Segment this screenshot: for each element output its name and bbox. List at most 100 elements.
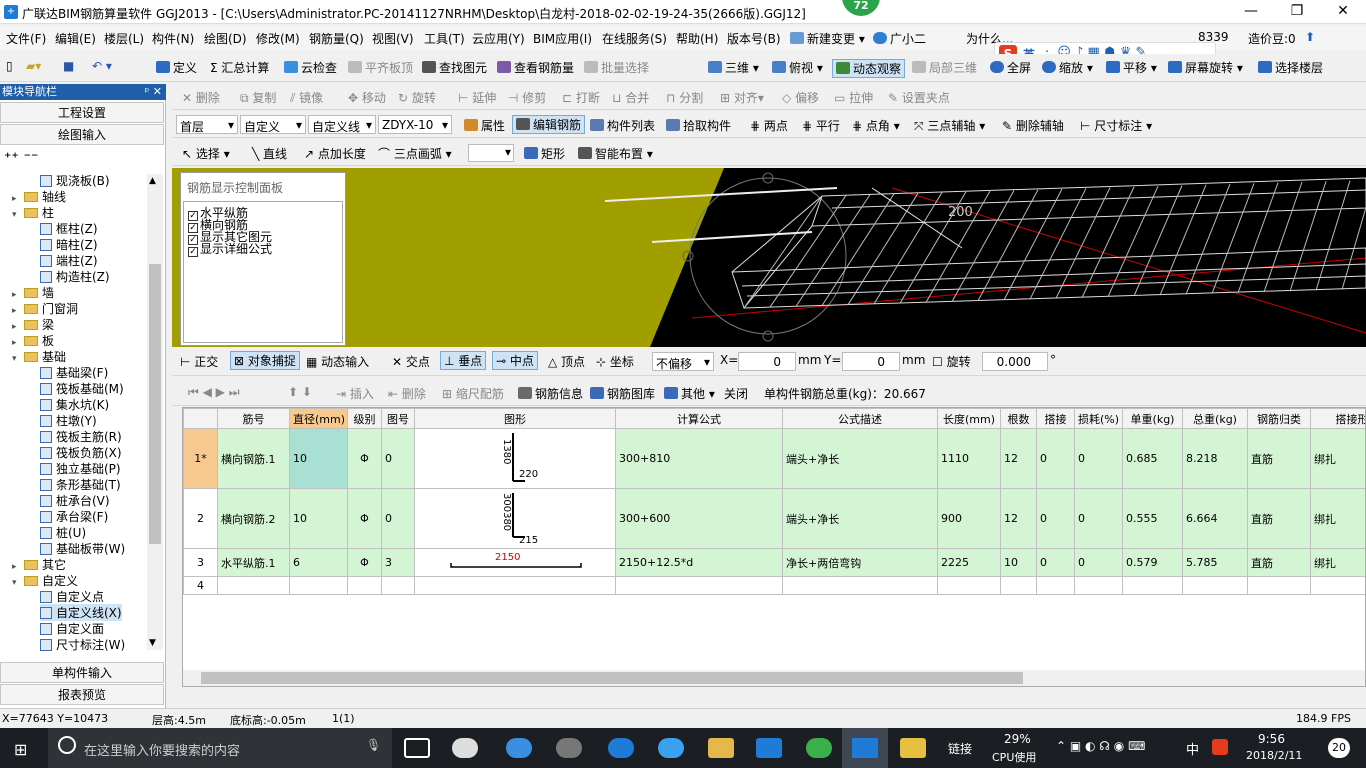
tree-item[interactable]: ▸ 轴线 [12, 188, 66, 205]
dynamic-input-toggle[interactable]: ▦ 动态输入 [306, 353, 369, 370]
row-index[interactable]: 2 [183, 488, 218, 549]
dynamic-orbit-button[interactable]: 动态观察 [832, 59, 906, 78]
tree-item[interactable]: 构造柱(Z) [40, 268, 110, 285]
cell-category[interactable]: 直筋 [1247, 428, 1311, 489]
cell-lap[interactable]: 0 [1036, 428, 1075, 489]
point-length-button[interactable]: ↗ 点加长度 [304, 145, 366, 162]
menu-component[interactable]: 构件(N) [152, 30, 194, 47]
column-header[interactable]: 直径(mm) [289, 408, 348, 429]
flush-slab-button[interactable]: 平齐板顶 [348, 59, 413, 76]
cell-total-weight[interactable]: 8.218 [1182, 428, 1248, 489]
floor-select[interactable]: 首层 ▾ [176, 115, 238, 134]
cell-lap[interactable]: 0 [1036, 488, 1075, 549]
cell-unit-weight[interactable]: 0.555 [1122, 488, 1183, 549]
tree-item[interactable]: ▸ 梁 [12, 316, 54, 333]
row-index[interactable]: 3 [183, 548, 218, 577]
menu-assistant[interactable]: 广小二 [873, 30, 926, 47]
select-button[interactable]: ↖ 选择 ▾ [182, 145, 230, 162]
tree-item[interactable]: 自定义点 [40, 588, 104, 605]
offset-select[interactable]: 不偏移 ▾ [652, 352, 714, 371]
arc-button[interactable]: ⌒ 三点画弧 ▾ [378, 145, 452, 162]
project-settings-button[interactable]: 工程设置 [0, 102, 164, 123]
cell-description[interactable]: 端头+净长 [782, 428, 938, 489]
tree-item[interactable]: 桩承台(V) [40, 492, 110, 509]
category-select[interactable]: 自定义 ▾ [240, 115, 306, 134]
column-header[interactable]: 损耗(%) [1074, 408, 1123, 429]
orbit-handle-bottom[interactable] [762, 330, 774, 342]
pick-component-button[interactable]: 拾取构件 [666, 117, 731, 134]
move-up-down-icon[interactable]: ⬆ ⬇ [288, 385, 312, 399]
tree-scrollbar[interactable]: ▲ ▼ [147, 174, 163, 650]
glodon-icon[interactable] [756, 738, 782, 758]
column-header[interactable]: 搭接 [1036, 408, 1075, 429]
menu-new-change[interactable]: 新建变更 ▾ [790, 30, 865, 47]
cell-length[interactable]: 900 [937, 488, 1001, 549]
extend-button[interactable]: ⊢ 延伸 [458, 89, 496, 106]
align-button[interactable]: ⊞ 对齐▾ [720, 89, 764, 106]
view-rebar-button[interactable]: 查看钢筋量 [497, 59, 574, 76]
tree-item[interactable]: ▾ 自定义 [12, 572, 78, 589]
stretch-button[interactable]: ▭ 拉伸 [834, 89, 873, 106]
cell-diameter[interactable]: 6 [289, 548, 348, 577]
select-floor-button[interactable]: 选择楼层 [1258, 59, 1323, 76]
menu-cloud[interactable]: 云应用(Y) [472, 30, 525, 47]
vertex-snap[interactable]: △ 顶点 [548, 353, 585, 370]
other-button[interactable]: 其他 ▾ [664, 385, 715, 402]
column-header[interactable]: 计算公式 [615, 408, 783, 429]
column-header[interactable]: 图形 [414, 408, 616, 429]
menu-file[interactable]: 文件(F) [6, 30, 46, 47]
tree-expander-icon[interactable]: ▸ [12, 194, 21, 204]
cell-unit-weight[interactable]: 0.685 [1122, 428, 1183, 489]
y-input[interactable]: 0 [842, 352, 900, 371]
mirror-button[interactable]: ⫽ 镜像 [290, 89, 323, 106]
menu-draw[interactable]: 绘图(D) [204, 30, 247, 47]
first-record-icon[interactable]: ⏮ ◀ ▶ ⏭ [188, 385, 240, 400]
column-header[interactable]: 公式描述 [782, 408, 938, 429]
tree-item[interactable]: 框柱(Z) [40, 220, 98, 237]
menu-help[interactable]: 帮助(H) [676, 30, 718, 47]
top-view-button[interactable]: 俯视 ▾ [772, 59, 823, 76]
notepad-icon[interactable] [900, 738, 926, 758]
column-header[interactable]: 图号 [381, 408, 415, 429]
tree-item[interactable]: 柱墩(Y) [40, 412, 97, 429]
ie-icon-2[interactable] [658, 738, 684, 758]
windows-start-icon[interactable]: ⊞ [14, 740, 27, 759]
tree-expander-icon[interactable]: ▸ [12, 338, 21, 348]
row-index[interactable]: 4 [183, 576, 218, 595]
local-3d-button[interactable]: 局部三维 [912, 59, 977, 76]
table-row[interactable]: 2 横向钢筋.2 10 Φ 0 300380 215 300+600 端头+净长… [183, 488, 1365, 549]
edit-rebar-button[interactable]: 编辑钢筋 [512, 115, 586, 134]
app-icon-fan[interactable] [452, 738, 478, 758]
trim-button[interactable]: ⊣ 修剪 [508, 89, 546, 106]
task-view-icon[interactable] [404, 738, 430, 758]
tree-expander-icon[interactable]: ▸ [12, 290, 21, 300]
menu-rebar[interactable]: 钢筋量(Q) [309, 30, 364, 47]
menu-view[interactable]: 视图(V) [372, 30, 414, 47]
tree-expander-icon[interactable]: ▾ [12, 354, 21, 364]
batch-select-button[interactable]: 批量选择 [584, 59, 649, 76]
cell-grade[interactable]: Φ [347, 488, 382, 549]
coordinate-snap[interactable]: ⊹ 坐标 [596, 353, 634, 370]
midpoint-snap[interactable]: ⊸ 中点 [492, 351, 538, 370]
row-index[interactable]: 1* [183, 428, 218, 489]
maximize-button[interactable]: ❐ [1274, 0, 1320, 24]
taskbar-search[interactable]: 在这里输入你要搜索的内容 🎙︎ [48, 728, 392, 768]
scroll-down-icon[interactable]: ▼ [149, 638, 156, 648]
parallel-axis-button[interactable]: ⋕ 平行 [802, 117, 840, 134]
cb-detailed-formula[interactable]: ✓ 显示详细公式 [188, 240, 272, 257]
close-grid-button[interactable]: 关闭 [724, 385, 748, 402]
cell-category[interactable]: 直筋 [1247, 488, 1311, 549]
new-icon[interactable]: ▯ [6, 59, 13, 73]
cell-loss[interactable]: 0 [1074, 488, 1123, 549]
column-header[interactable]: 总重(kg) [1182, 408, 1248, 429]
menu-version[interactable]: 版本号(B) [727, 30, 781, 47]
x-input[interactable]: 0 [738, 352, 796, 371]
tree-item[interactable]: ▾ 基础 [12, 348, 66, 365]
offset-button[interactable]: ◇ 偏移 [782, 89, 819, 106]
scale-rebar-button[interactable]: ⊞ 缩尺配筋 [442, 385, 504, 402]
single-component-input-button[interactable]: 单构件输入 [0, 662, 164, 683]
cell-count[interactable]: 12 [1000, 488, 1037, 549]
tree-expander-icon[interactable]: ▾ [12, 210, 21, 220]
cell-length[interactable]: 1110 [937, 428, 1001, 489]
3d-view-button[interactable]: 三维 ▾ [708, 59, 759, 76]
